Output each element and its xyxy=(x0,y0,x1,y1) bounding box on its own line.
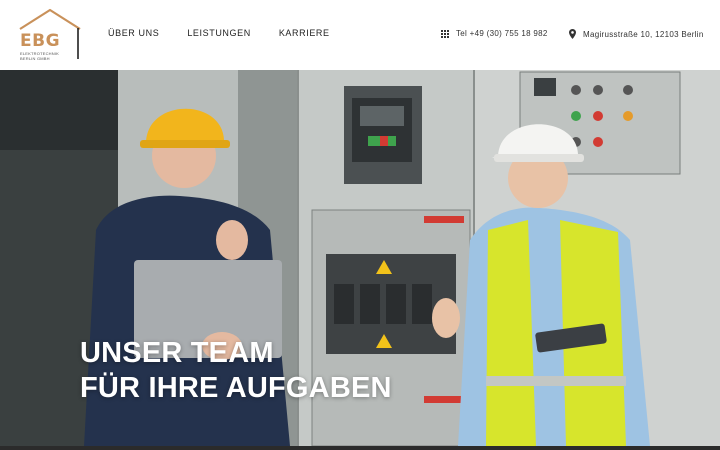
logo-subtitle-line2: BERLIN GMBH xyxy=(20,56,50,61)
site-header: EBG ELEKTROTECHNIK BERLIN GMBH ÜBER UNS … xyxy=(0,0,720,70)
hero-headline: UNSER TEAM FÜR IHRE AUFGABEN xyxy=(80,336,392,406)
nav-item-karriere[interactable]: KARRIERE xyxy=(279,28,330,38)
logo-subtitle: ELEKTROTECHNIK BERLIN GMBH xyxy=(20,51,80,61)
hero-banner: UNSER TEAM FÜR IHRE AUFGABEN xyxy=(0,70,720,446)
contact-phone-text: Tel +49 (30) 755 18 982 xyxy=(456,29,548,38)
hero-headline-line1: UNSER TEAM xyxy=(80,337,274,369)
contact-address-text: Magirusstraße 10, 12103 Berlin xyxy=(583,29,704,39)
main-navigation: ÜBER UNS LEISTUNGEN KARRIERE xyxy=(108,28,330,38)
contact-address[interactable]: Magirusstraße 10, 12103 Berlin xyxy=(569,29,704,39)
nav-item-leistungen[interactable]: LEISTUNGEN xyxy=(187,28,251,38)
contact-phone[interactable]: Tel +49 (30) 755 18 982 xyxy=(441,29,548,38)
grid-dial-icon xyxy=(441,29,449,38)
hero-headline-line2: FÜR IHRE AUFGABEN xyxy=(80,372,392,404)
map-pin-icon xyxy=(569,29,576,39)
nav-item-ueber-uns[interactable]: ÜBER UNS xyxy=(108,28,159,38)
company-logo[interactable]: EBG ELEKTROTECHNIK BERLIN GMBH xyxy=(18,7,82,63)
bottom-divider xyxy=(0,446,720,450)
logo-letters: EBG xyxy=(20,31,61,51)
